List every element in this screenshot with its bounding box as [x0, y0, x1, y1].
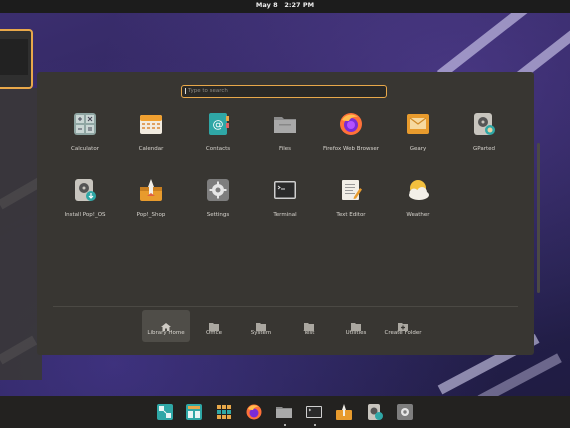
app-gparted[interactable]: GParted [449, 112, 519, 152]
settings-gear-icon[interactable] [397, 404, 413, 420]
app-label: Contacts [205, 146, 231, 152]
app-geary[interactable]: Geary [383, 112, 453, 152]
svg-text:@: @ [213, 118, 224, 131]
firefox-icon [339, 112, 363, 136]
workspaces-icon[interactable] [157, 404, 173, 420]
scrollbar[interactable] [537, 143, 540, 293]
app-terminal[interactable]: Terminal [250, 178, 320, 218]
app-calculator[interactable]: Calculator [50, 112, 120, 152]
install-popos-icon [73, 178, 97, 202]
app-label: Install Pop!_OS [64, 212, 106, 218]
app-files[interactable]: Files [250, 112, 320, 152]
create-folder-button[interactable]: Create Folder [379, 310, 427, 342]
files-icon [273, 112, 297, 136]
app-label: Weather [406, 212, 430, 218]
files-icon[interactable] [276, 404, 292, 420]
contacts-icon: @ [206, 112, 230, 136]
app-contacts[interactable]: @ Contacts [183, 112, 253, 152]
application-library-icon[interactable] [186, 404, 202, 420]
app-install-popos[interactable]: Install Pop!_OS [50, 178, 120, 218]
terminal-icon[interactable] [306, 404, 322, 420]
home-icon [161, 316, 171, 331]
folder-system[interactable]: System [237, 310, 285, 342]
app-label: Geary [409, 146, 427, 152]
app-label: Terminal [273, 212, 297, 218]
pop-shop-icon [139, 178, 163, 202]
firefox-icon[interactable] [246, 404, 262, 420]
app-label: Calendar [138, 146, 164, 152]
search-input[interactable] [188, 86, 384, 96]
text-cursor [185, 88, 186, 94]
app-label: Settings [206, 212, 230, 218]
weather-icon [406, 178, 430, 202]
clock[interactable]: May 8 2:27 PM [0, 1, 570, 9]
divider [53, 306, 518, 307]
text-editor-icon [339, 178, 363, 202]
folder-library-home[interactable]: Library Home [142, 310, 190, 342]
calculator-icon [73, 112, 97, 136]
top-bar: May 8 2:27 PM [0, 0, 570, 13]
app-label: Pop!_Shop [136, 212, 166, 218]
app-settings[interactable]: Settings [183, 178, 253, 218]
running-indicator [314, 424, 316, 426]
app-label: Calculator [71, 146, 99, 152]
clock-date: May 8 [255, 1, 278, 9]
app-pop-shop[interactable]: Pop!_Shop [116, 178, 186, 218]
folder-utilities[interactable]: Utilities [332, 310, 380, 342]
geary-mail-icon [406, 112, 430, 136]
folder-office[interactable]: Office [190, 310, 238, 342]
create-folder-icon [398, 316, 408, 331]
app-label: GParted [473, 146, 495, 152]
background-window[interactable] [0, 88, 42, 380]
launcher-grid-icon[interactable] [216, 404, 232, 420]
workspace-thumbnail[interactable] [0, 29, 33, 89]
folder-icon [351, 316, 361, 331]
folder-icon [304, 316, 314, 331]
app-label: Files [278, 146, 292, 152]
clock-time: 2:27 PM [284, 1, 315, 9]
app-calendar[interactable]: Calendar [116, 112, 186, 152]
app-label: Text Editor [336, 212, 366, 218]
app-label: Firefox Web Browser [323, 146, 379, 152]
pop-shop-icon[interactable] [336, 404, 352, 420]
app-weather[interactable]: Weather [383, 178, 453, 218]
folder-test[interactable]: Test [285, 310, 333, 342]
settings-gear-icon [206, 178, 230, 202]
folder-icon [209, 316, 219, 331]
search-field[interactable] [181, 85, 387, 98]
running-indicator [284, 424, 286, 426]
terminal-icon [273, 178, 297, 202]
app-firefox[interactable]: Firefox Web Browser [316, 112, 386, 152]
folder-icon [256, 316, 266, 331]
app-text-editor[interactable]: Text Editor [316, 178, 386, 218]
calendar-icon [139, 112, 163, 136]
gparted-icon [472, 112, 496, 136]
gparted-icon[interactable] [367, 404, 383, 420]
